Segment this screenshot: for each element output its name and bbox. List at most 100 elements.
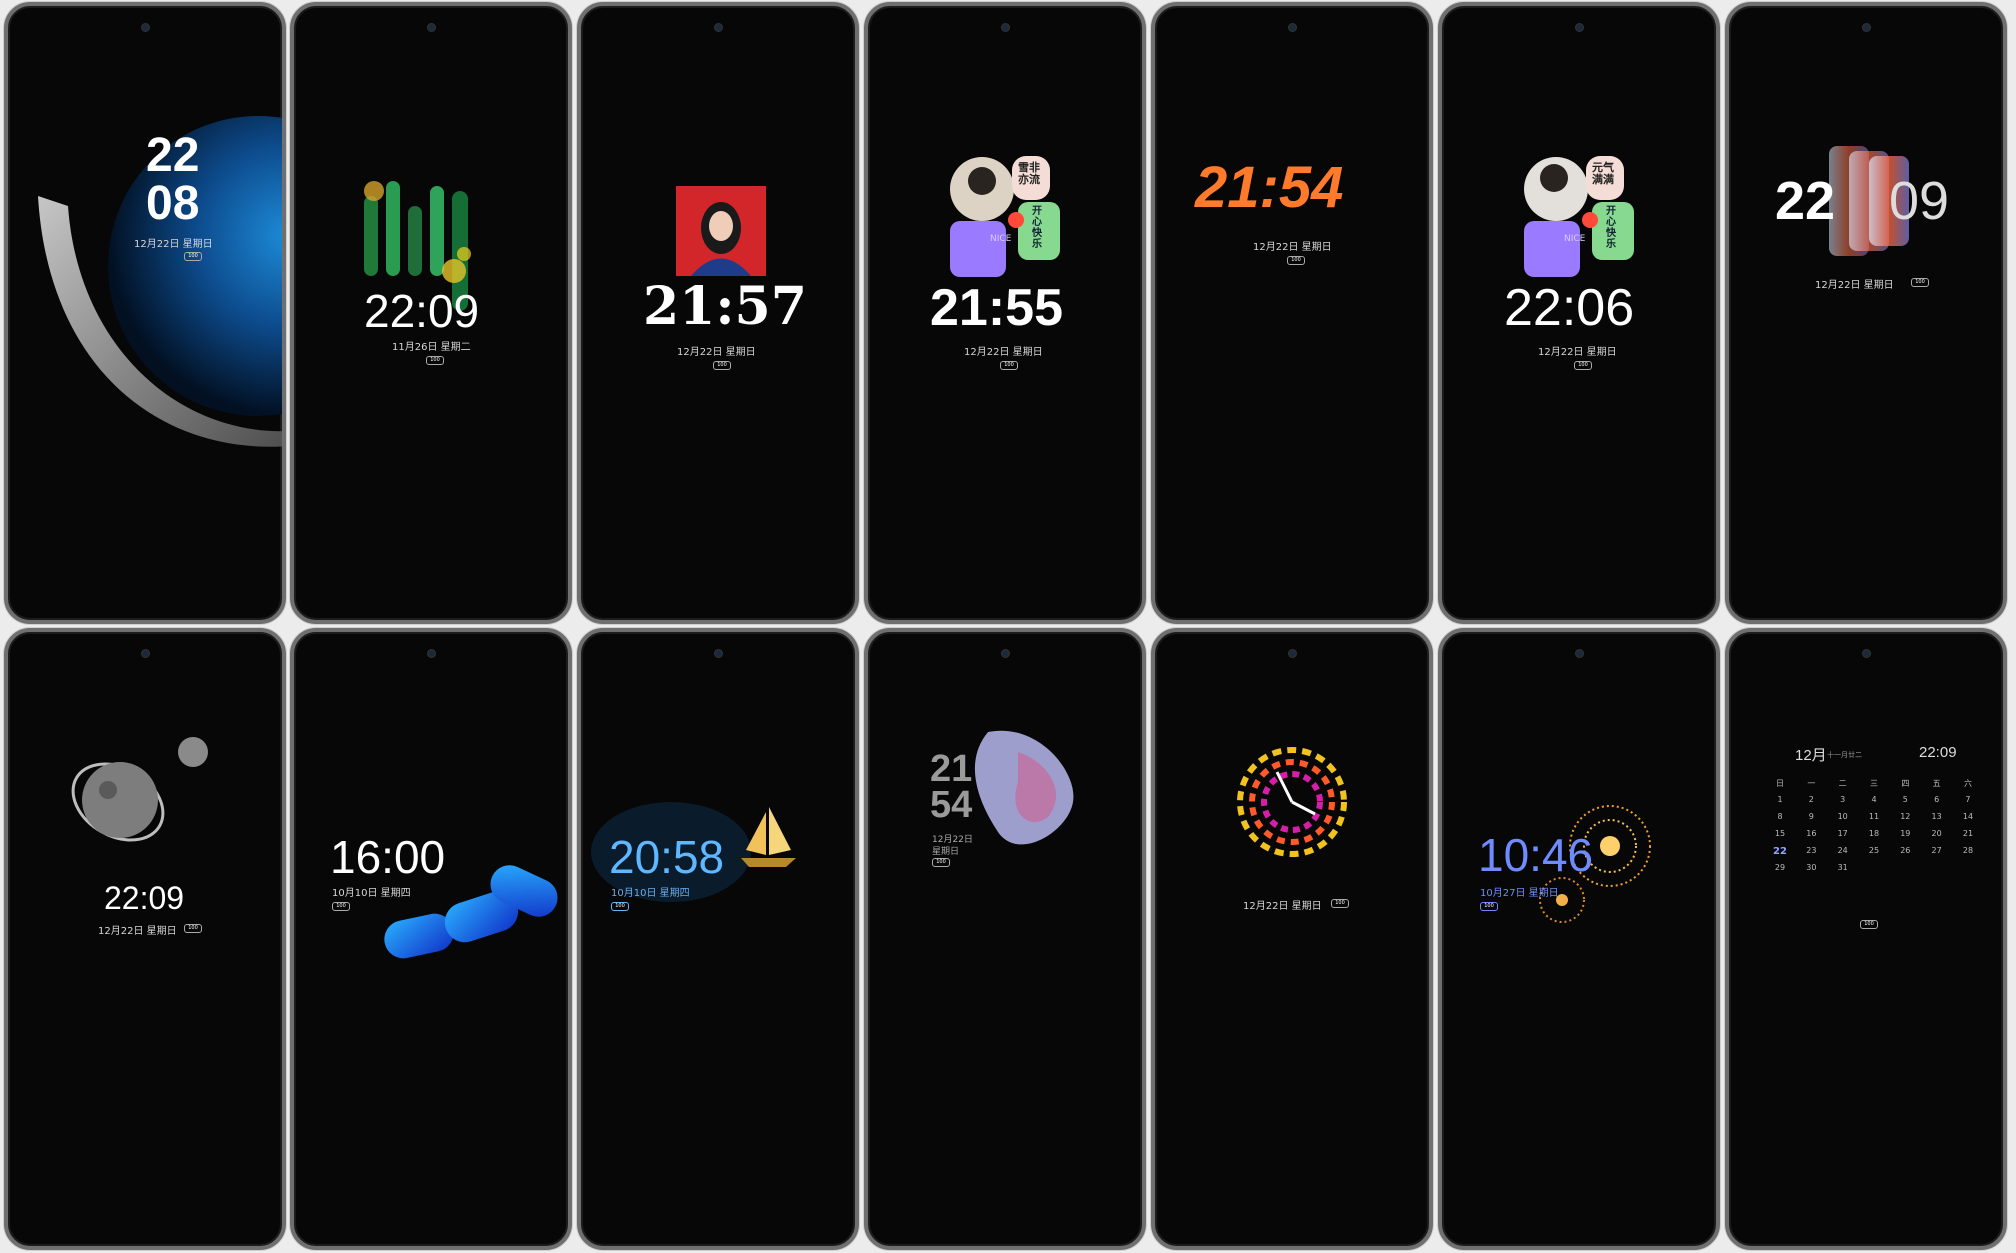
phone-aod-sailboat[interactable]: 20:58 10月10日 星期四 100 — [577, 628, 859, 1250]
day-cell[interactable]: 26 — [1894, 846, 1916, 857]
day-cell[interactable] — [1894, 863, 1916, 872]
clock-time: 22:06 — [1504, 279, 1635, 337]
phone-aod-moon-planet[interactable]: 22:09 12月22日 星期日 100 — [4, 628, 286, 1250]
battery-indicator: 100 — [1480, 902, 1498, 911]
day-cell[interactable]: 6 — [1926, 795, 1948, 804]
sticker-text-a: 元气 满满 — [1592, 161, 1614, 186]
day-cell[interactable]: 1 — [1769, 795, 1791, 804]
day-cell[interactable]: 25 — [1863, 846, 1885, 857]
sticker-text-c: NICE — [990, 234, 1012, 244]
battery-indicator: 100 — [184, 924, 202, 933]
battery-indicator: 100 — [713, 361, 731, 370]
calendar-month: 12月 — [1795, 747, 1827, 764]
day-cell[interactable]: 9 — [1800, 812, 1822, 821]
date-label: 12月22日 星期日 — [1243, 901, 1322, 912]
phone-aod-planet-blue[interactable]: 22 08 12月22日 星期日 100 — [4, 2, 286, 624]
clock-hours: 22 — [1775, 171, 1836, 231]
battery-indicator: 100 — [1911, 278, 1929, 287]
front-camera — [1862, 650, 1870, 657]
day-cell[interactable]: 28 — [1957, 846, 1979, 857]
battery-indicator: 100 — [1287, 256, 1305, 265]
day-cell[interactable]: 20 — [1926, 829, 1948, 838]
day-cell[interactable]: 3 — [1832, 795, 1854, 804]
moon-planet-art — [71, 737, 208, 842]
day-cell[interactable]: 8 — [1769, 812, 1791, 821]
day-cell[interactable]: 2 — [1800, 795, 1822, 804]
front-camera — [1288, 24, 1296, 31]
day-cell[interactable] — [1957, 863, 1979, 872]
fireworks-art — [1539, 805, 1651, 923]
phone-aod-calendar[interactable]: 12月 十一月廿二 22:09 日 一 二 三 四 五 六 1 2 3 4 5 … — [1725, 628, 2007, 1250]
phone-aod-blue-ribbons[interactable]: 16:00 10月10日 星期四 100 — [290, 628, 572, 1250]
betta-fish-art — [974, 730, 1074, 845]
phone-aod-green-shapes[interactable]: 22:09 11月26日 星期二 100 — [290, 2, 572, 624]
day-cell[interactable] — [1926, 863, 1948, 872]
weekday-cell: 日 — [1776, 779, 1784, 788]
clock-time: 21:54 — [1195, 155, 1344, 220]
phone-aod-fireworks[interactable]: 10:46 10月27日 星期日 100 — [1438, 628, 1720, 1250]
day-cell[interactable]: 29 — [1769, 863, 1791, 872]
phone-aod-betta-fish[interactable]: 21 54 12月22日 星期日 100 — [864, 628, 1146, 1250]
date-label: 10月10日 星期四 — [332, 888, 411, 899]
battery-indicator: 100 — [1331, 899, 1349, 908]
battery-indicator: 100 — [611, 902, 629, 911]
sticker-text-b: 开心快乐 — [1606, 206, 1616, 250]
clock-time: 22:09 — [364, 285, 480, 337]
date-label: 12月22日 星期日 — [964, 347, 1043, 358]
front-camera — [714, 24, 722, 31]
clock-time: 10:46 — [1478, 829, 1594, 881]
date-label: 12月22日 星期日 — [134, 239, 213, 250]
clock-time: 16:00 — [330, 831, 446, 883]
sticker-text-c: NICE — [1564, 234, 1586, 244]
phone-aod-gradient-italic[interactable]: 21:54 12月22日 星期日 100 — [1151, 2, 1433, 624]
day-cell[interactable] — [1863, 863, 1885, 872]
blue-ribbons-art — [384, 865, 558, 959]
phone-aod-layered-glass[interactable]: 22 09 12月22日 星期日 100 — [1725, 2, 2007, 624]
calendar-week-row: 22 23 24 25 26 27 28 — [1769, 846, 1979, 857]
weekday-cell: 六 — [1963, 779, 1972, 788]
battery-indicator: 100 — [184, 252, 202, 261]
day-cell[interactable]: 16 — [1800, 829, 1822, 838]
phone-aod-dotted-dial[interactable]: 12月22日 星期日 100 — [1151, 628, 1433, 1250]
day-cell[interactable]: 23 — [1800, 846, 1822, 857]
day-cell[interactable]: 10 — [1832, 812, 1854, 821]
day-cell[interactable]: 13 — [1926, 812, 1948, 821]
day-cell-today[interactable]: 22 — [1769, 846, 1791, 857]
day-cell[interactable]: 11 — [1863, 812, 1885, 821]
day-cell[interactable]: 15 — [1769, 829, 1791, 838]
day-cell[interactable]: 30 — [1800, 863, 1822, 872]
day-cell[interactable]: 14 — [1957, 812, 1979, 821]
calendar-week-row: 29 30 31 — [1769, 863, 1979, 872]
day-cell[interactable]: 4 — [1863, 795, 1885, 804]
weekday-cell: 四 — [1901, 779, 1910, 788]
phone-aod-sticker-collage[interactable]: 雪非 亦流 开心快乐 NICE 21:55 12月22日 星期日 100 — [864, 2, 1146, 624]
date-label: 12月22日 星期日 — [1815, 280, 1894, 291]
day-cell[interactable]: 27 — [1926, 846, 1948, 857]
calendar-time: 22:09 — [1919, 744, 1957, 761]
day-cell[interactable]: 19 — [1894, 829, 1916, 838]
date-label: 12月22日 星期日 — [1538, 347, 1617, 358]
day-cell[interactable]: 31 — [1832, 863, 1854, 872]
phone-aod-photo-portrait[interactable]: 21:57 12月22日 星期日 100 — [577, 2, 859, 624]
clock-time: 22:09 — [104, 880, 185, 916]
day-cell[interactable]: 24 — [1832, 846, 1854, 857]
day-cell[interactable]: 7 — [1957, 795, 1979, 804]
phone-aod-sticker-collage-2[interactable]: 元气 满满 开心快乐 NICE 22:06 12月22日 星期日 100 — [1438, 2, 1720, 624]
day-cell[interactable]: 5 — [1894, 795, 1916, 804]
date-label: 10月10日 星期四 — [611, 888, 690, 899]
day-cell[interactable]: 17 — [1832, 829, 1854, 838]
date-label: 12月22日 星期日 — [677, 347, 756, 358]
day-cell[interactable]: 18 — [1863, 829, 1885, 838]
day-cell[interactable]: 12 — [1894, 812, 1916, 821]
date-label: 11月26日 星期二 — [392, 342, 471, 353]
battery-indicator: 100 — [332, 902, 350, 911]
clock-time: 21:55 — [930, 279, 1063, 337]
portrait-photo-image — [676, 186, 766, 276]
clock-minutes: 09 — [1889, 171, 1950, 231]
clock-minutes: 54 — [930, 784, 973, 826]
date-label: 12月22日 星期日 — [98, 926, 177, 937]
clock-time: 21:57 — [643, 276, 807, 337]
day-cell[interactable]: 21 — [1957, 829, 1979, 838]
calendar-grid: 日 一 二 三 四 五 六 1 2 3 4 5 6 7 8 9 10 11 12… — [1769, 778, 1979, 878]
date-label: 10月27日 星期日 — [1480, 888, 1559, 899]
